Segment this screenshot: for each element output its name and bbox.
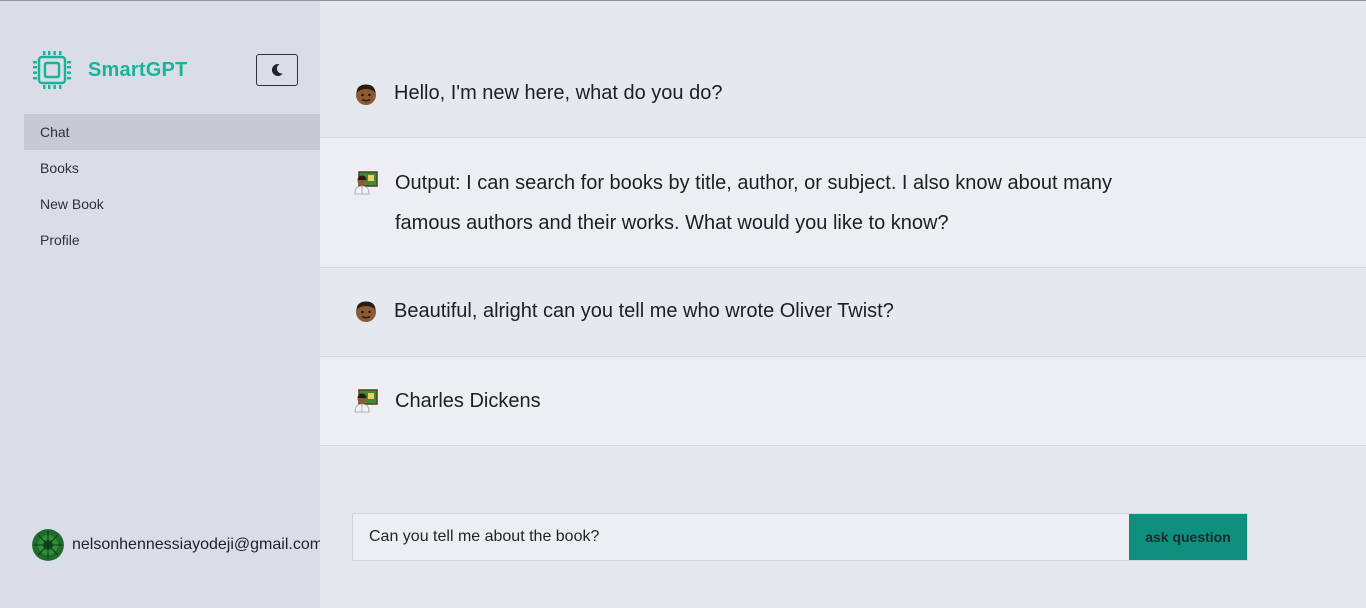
teacher-icon — [354, 389, 378, 413]
chat-message-bot: Output: I can search for books by title,… — [320, 138, 1366, 268]
chat-message-user: Beautiful, alright can you tell me who w… — [320, 268, 1366, 357]
user-profile[interactable]: nelsonhennessiayodeji@gmail.com — [32, 529, 320, 561]
sidebar-item-new-book[interactable]: New Book — [24, 186, 320, 222]
brand[interactable]: SmartGPT — [32, 50, 187, 90]
sidebar-item-books[interactable]: Books — [24, 150, 320, 186]
ask-form: ask question — [352, 513, 1248, 561]
chat-message-user: Hello, I'm new here, what do you do? — [320, 51, 1366, 138]
man-face-icon — [356, 84, 376, 105]
chip-logo-icon — [33, 51, 71, 89]
sidebar-nav: Chat Books New Book Profile — [24, 114, 320, 258]
message-text: Beautiful, alright can you tell me who w… — [394, 300, 894, 322]
chat-message-bot: Charles Dickens — [320, 357, 1366, 446]
message-text: Output: I can search for books by title,… — [395, 172, 1113, 234]
sidebar: SmartGPT Chat Books New Book Profile nel… — [0, 1, 320, 608]
moon-icon — [271, 63, 283, 76]
user-email: nelsonhennessiayodeji@gmail.com — [72, 536, 320, 553]
theme-toggle-button[interactable] — [256, 54, 298, 86]
sidebar-item-profile[interactable]: Profile — [24, 222, 320, 258]
message-text: Charles Dickens — [395, 390, 541, 412]
man-face-icon — [356, 301, 376, 322]
brand-name: SmartGPT — [88, 58, 188, 81]
question-input[interactable] — [353, 514, 1129, 560]
ask-question-button[interactable]: ask question — [1129, 514, 1247, 560]
sidebar-item-chat[interactable]: Chat — [24, 114, 320, 150]
avatar — [32, 529, 64, 561]
teacher-icon — [354, 171, 378, 195]
message-text: Hello, I'm new here, what do you do? — [394, 82, 723, 104]
